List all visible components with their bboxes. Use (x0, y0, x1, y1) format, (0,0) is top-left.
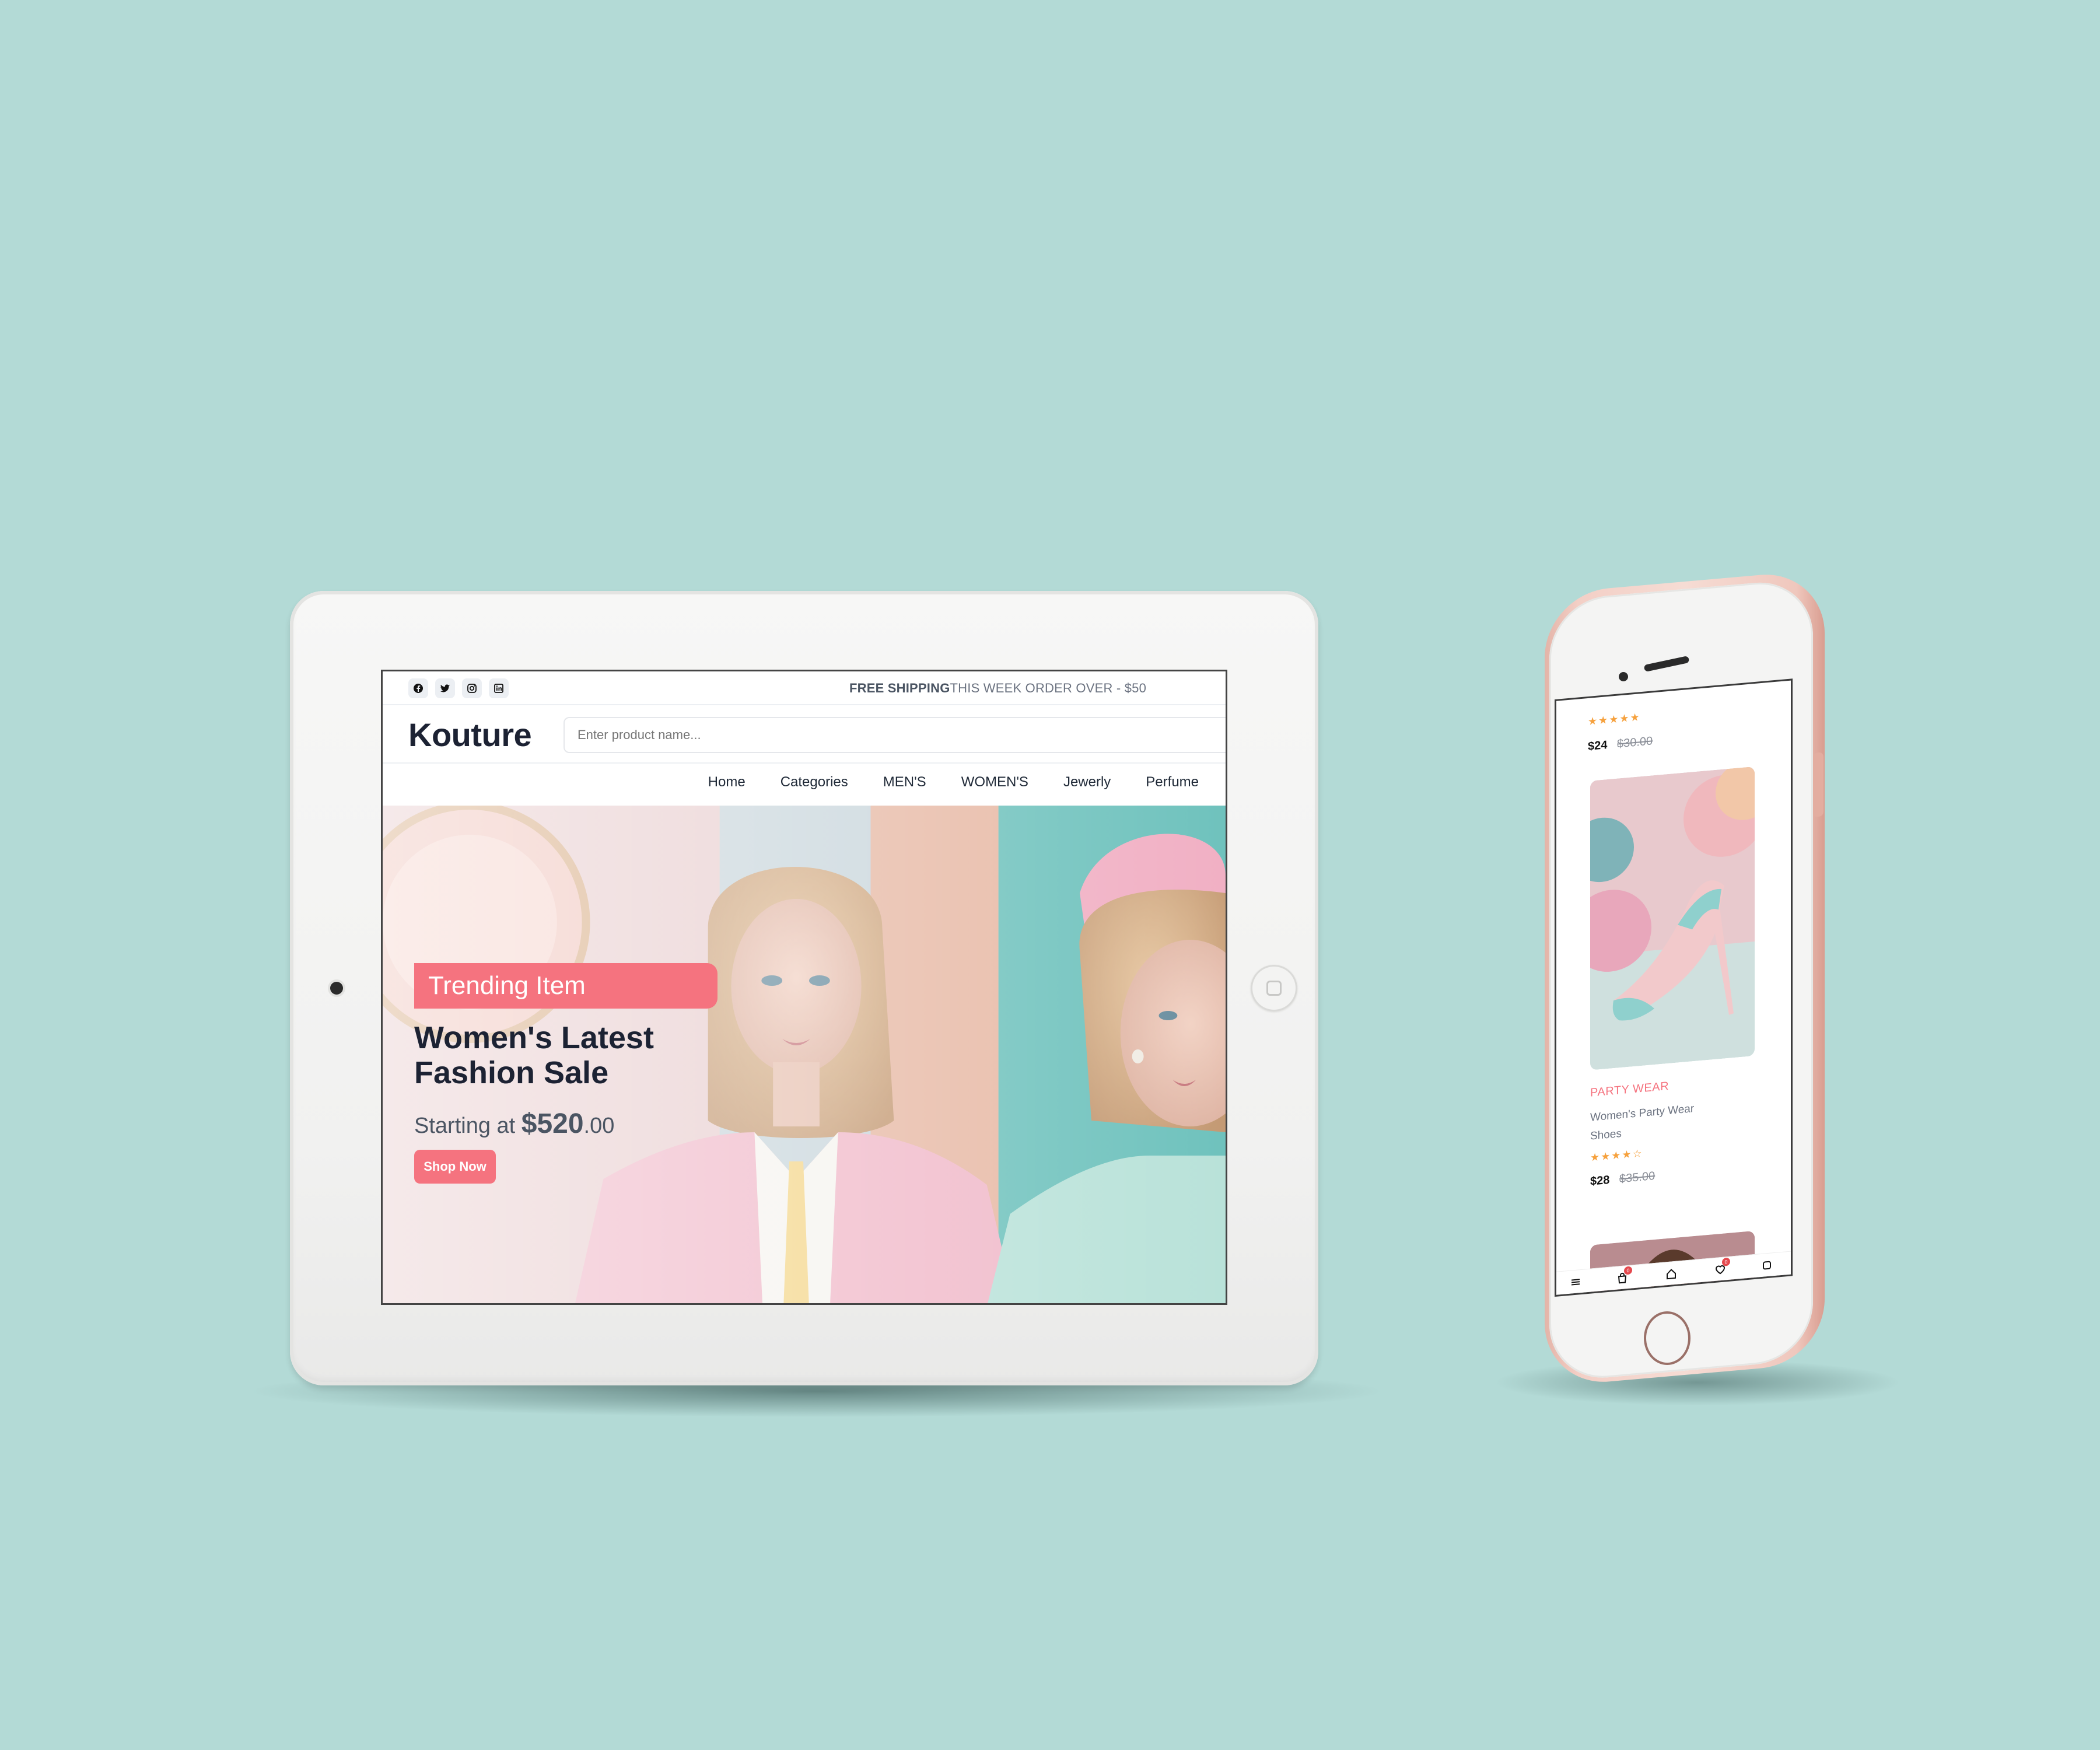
product-stars: ★★★★☆ (1590, 1147, 1643, 1164)
product-old-price: $35.00 (1619, 1169, 1656, 1186)
phone-home-button[interactable] (1644, 1311, 1690, 1365)
hero-title: Women's Latest Fashion Sale (414, 1020, 654, 1090)
product-image[interactable] (1590, 766, 1755, 1070)
shipping-announcement: FREE SHIPPINGTHIS WEEK ORDER OVER - $50 (849, 681, 1146, 696)
nav-womens[interactable]: WOMEN'S (961, 774, 1028, 790)
grid-icon[interactable] (1760, 1258, 1773, 1272)
shipping-bold: FREE SHIPPING (849, 681, 950, 695)
phone-camera (1619, 672, 1628, 681)
top-product-old-price: $30.00 (1617, 734, 1653, 751)
phone-side-button (1813, 752, 1824, 817)
top-bar: FREE SHIPPINGTHIS WEEK ORDER OVER - $50 (383, 671, 1226, 705)
hero-price: Starting at $520.00 (414, 1108, 614, 1140)
search-input[interactable] (564, 717, 1226, 753)
product-price: $28 (1590, 1173, 1610, 1188)
tablet-screen: FREE SHIPPINGTHIS WEEK ORDER OVER - $50 … (381, 670, 1227, 1305)
product-category: PARTY WEAR (1590, 1079, 1670, 1100)
wishlist-count-badge: 0 (1722, 1257, 1730, 1266)
nav-perfume[interactable]: Perfume (1146, 774, 1199, 790)
shipping-text: THIS WEEK ORDER OVER - $50 (950, 681, 1147, 695)
tablet-home-button[interactable] (1251, 965, 1297, 1012)
social-links (408, 678, 509, 698)
tablet-camera (330, 982, 343, 995)
top-product-price: $24 (1588, 738, 1608, 754)
shop-now-button[interactable]: Shop Now (414, 1150, 496, 1184)
price-main: $520 (521, 1108, 584, 1139)
home-icon[interactable] (1665, 1267, 1678, 1281)
top-product-stars: ★★★★★ (1588, 711, 1641, 728)
nav-jewerly[interactable]: Jewerly (1063, 774, 1111, 790)
site-logo[interactable]: Kouture (408, 716, 532, 754)
product-name[interactable]: Women's Party Wear Shoes (1590, 1098, 1707, 1146)
nav-mens[interactable]: MEN'S (883, 774, 926, 790)
phone-screen: ★★★★★ $24 $30.00 PARTY WEAR Women's Part… (1555, 678, 1793, 1297)
facebook-icon[interactable] (408, 678, 428, 698)
linkedin-icon[interactable] (489, 678, 509, 698)
site-header: Kouture (383, 705, 1226, 764)
nav-home[interactable]: Home (708, 774, 746, 790)
price-cents: .00 (583, 1114, 615, 1138)
bag-count-badge: 0 (1624, 1266, 1632, 1275)
twitter-icon[interactable] (435, 678, 455, 698)
trending-badge: Trending Item (414, 963, 718, 1009)
price-prefix: Starting at (414, 1114, 522, 1138)
hero-banner: Trending Item Women's Latest Fashion Sal… (383, 806, 1226, 1303)
instagram-icon[interactable] (462, 678, 482, 698)
nav-categories[interactable]: Categories (780, 774, 848, 790)
menu-icon[interactable] (1569, 1275, 1582, 1289)
main-nav: Home Categories MEN'S WOMEN'S Jewerly Pe… (383, 764, 1226, 806)
